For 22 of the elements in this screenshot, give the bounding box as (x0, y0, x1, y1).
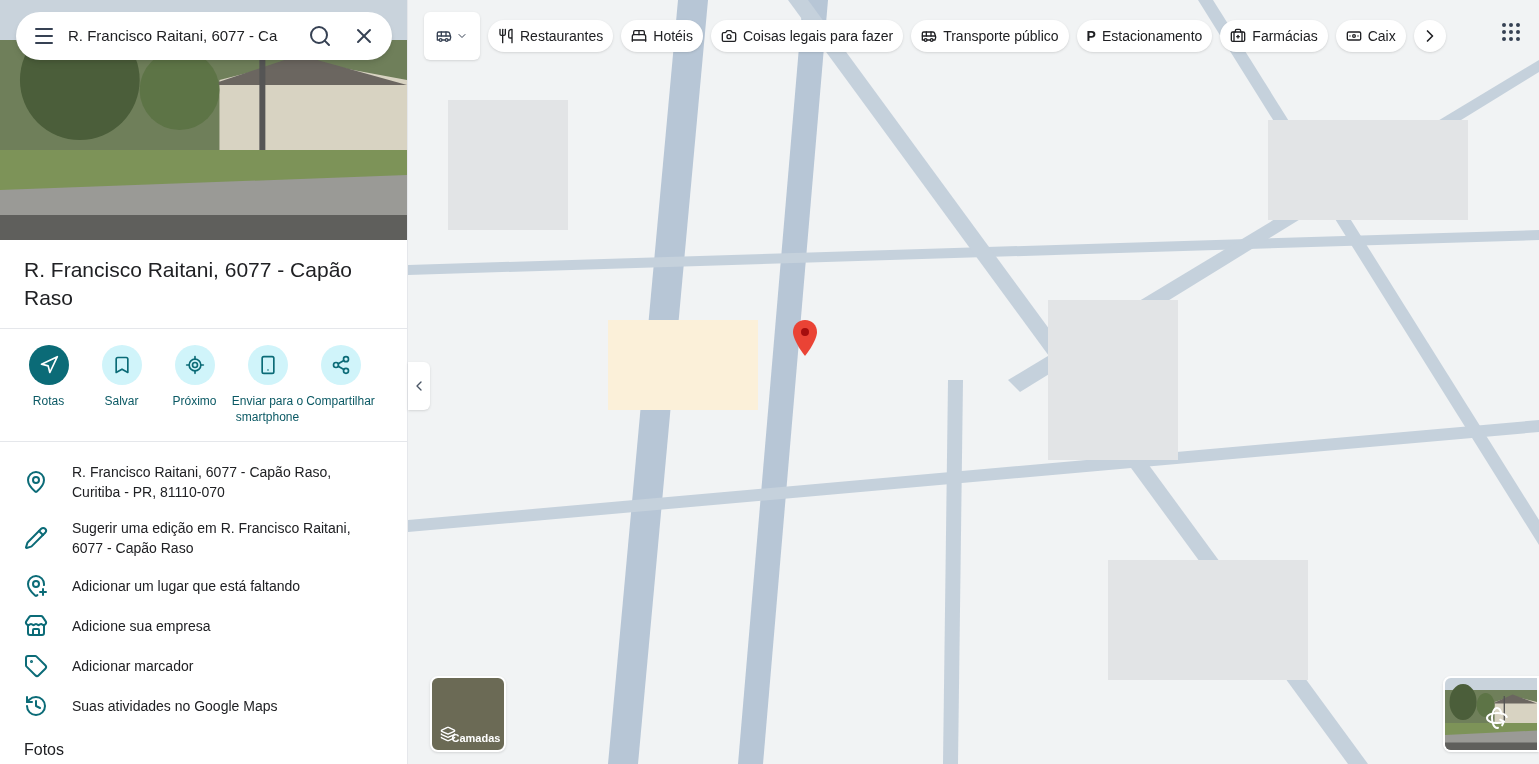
section-heading: Fotos (23, 740, 65, 760)
action-button[interactable]: Rotas (12, 345, 85, 425)
action-button[interactable]: Enviar para o smartphone (231, 345, 304, 425)
add-pin-icon (24, 574, 48, 598)
action-button[interactable]: Compartilhar (304, 345, 377, 425)
action-button[interactable]: Salvar (85, 345, 158, 425)
action-button[interactable]: Próximo (158, 345, 231, 425)
location-pin-icon (24, 470, 48, 494)
place-title: R. Francisco Raitani, 6077 - Capão Raso (24, 257, 353, 311)
store-icon (24, 614, 48, 638)
pencil-icon (24, 526, 48, 550)
detail-text[interactable]: Suas atividades no Google Maps (72, 696, 310, 716)
detail-text[interactable]: Adicione sua empresa (72, 616, 243, 636)
detail-text[interactable]: R. Francisco Raitani, 6077 - Capão Raso, Curitiba - PR, 81110-070 (72, 462, 383, 502)
directions-icon (38, 355, 59, 375)
history-icon (24, 694, 48, 718)
detail-text[interactable]: Adicionar um lugar que está faltando (72, 576, 333, 596)
label-icon (24, 654, 48, 678)
share-icon (330, 355, 351, 375)
detail-text[interactable]: Adicionar marcador (72, 656, 226, 676)
target-icon (184, 355, 205, 375)
detail-text[interactable]: Sugerir uma edição em R. Francisco Raitani, 6077 - Capão Raso (72, 518, 383, 558)
